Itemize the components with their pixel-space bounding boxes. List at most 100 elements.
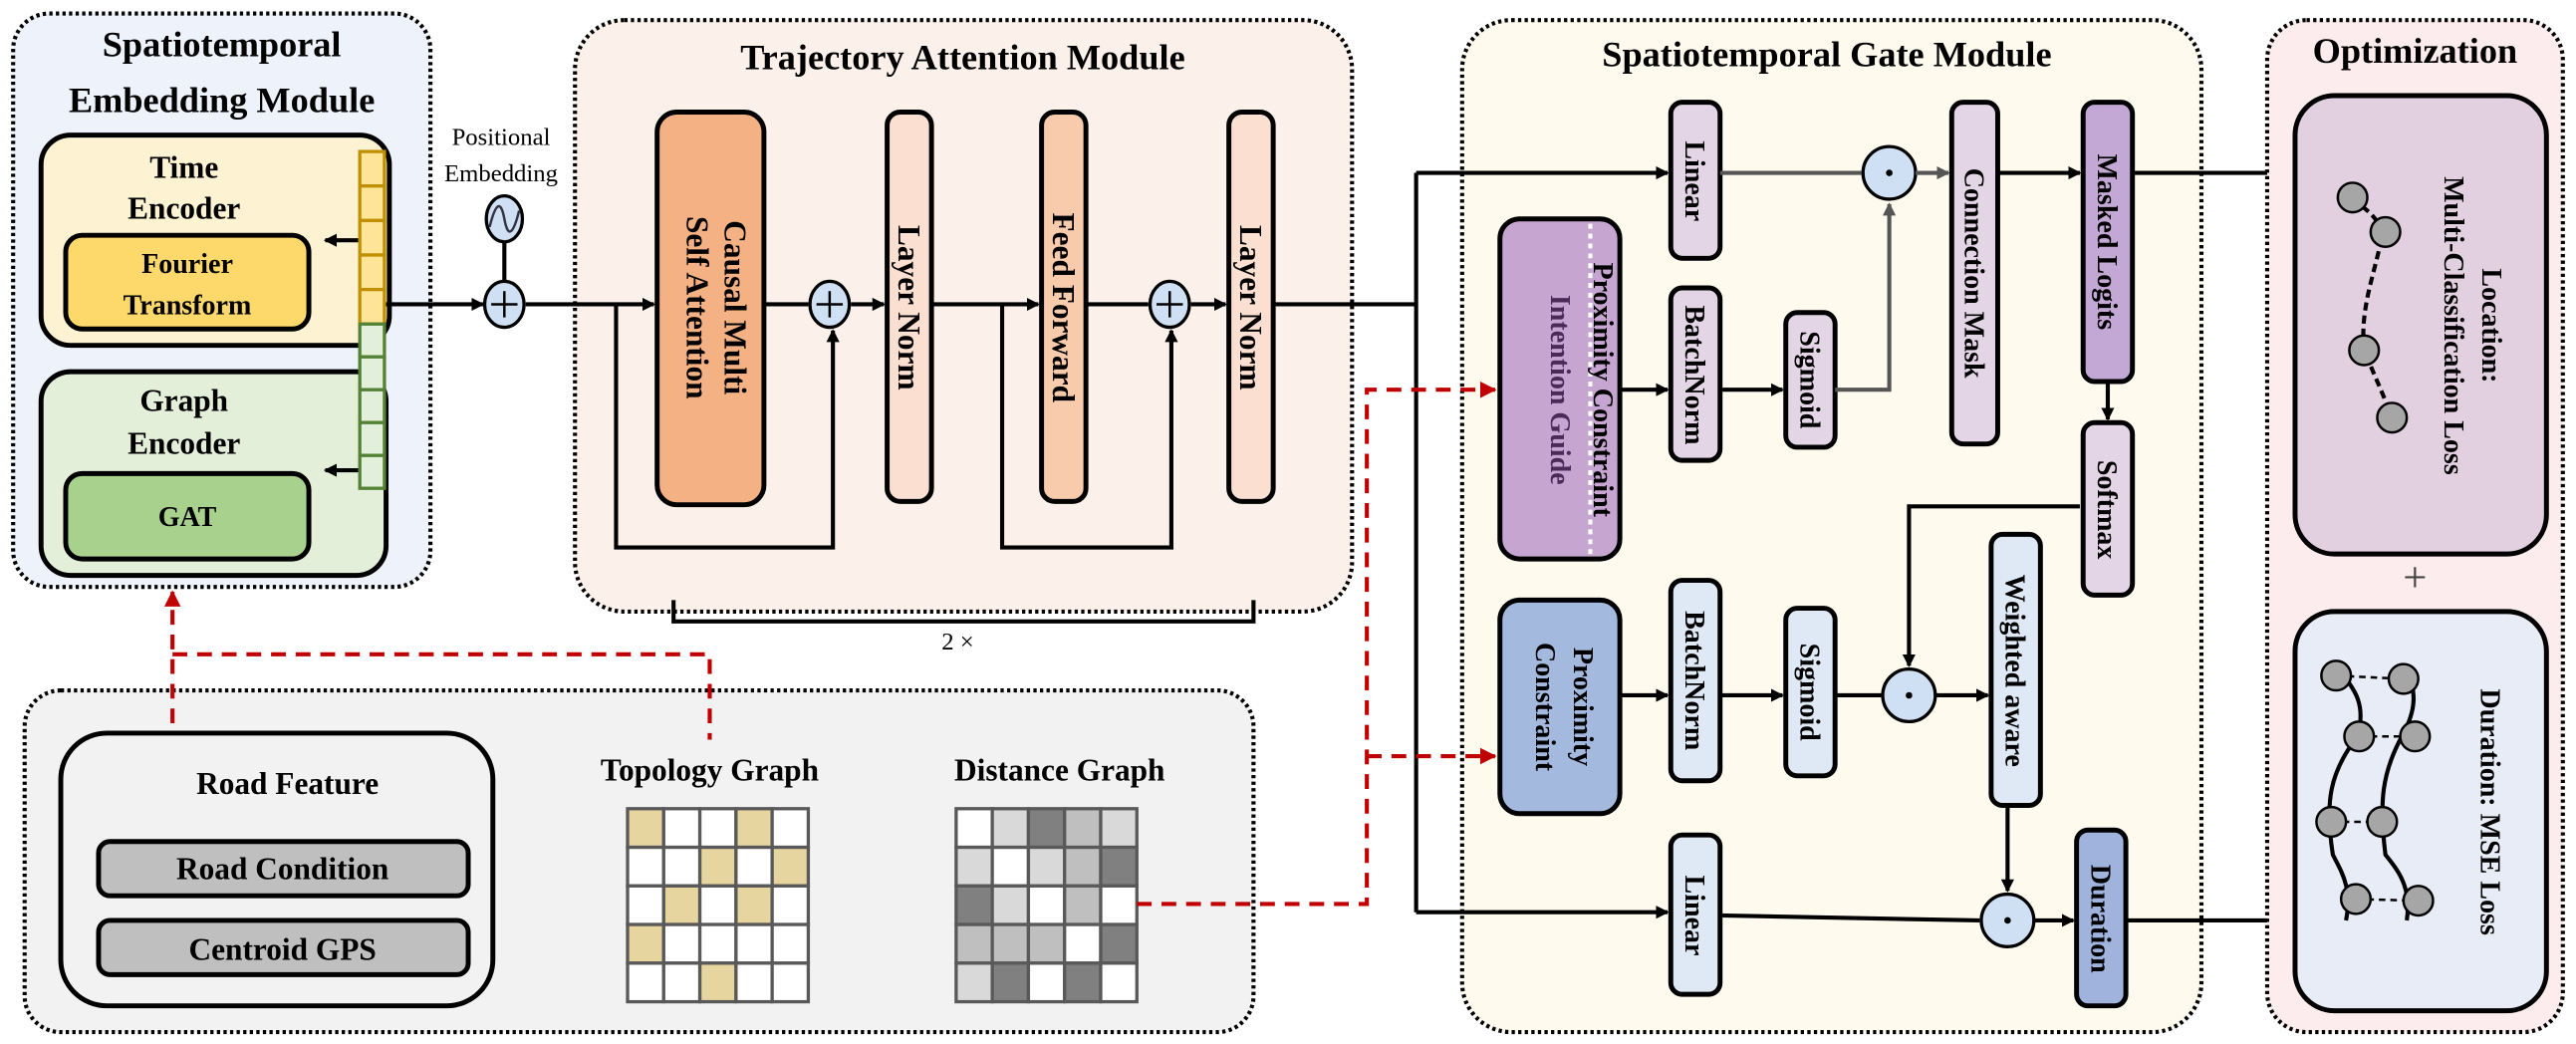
add-icon — [482, 279, 526, 330]
add-icon — [1148, 279, 1191, 330]
graph-encoder-label: Graph — [139, 384, 228, 418]
distance-cell — [954, 922, 994, 965]
distance-cell — [1099, 961, 1139, 1004]
node-icon — [2399, 720, 2432, 753]
location-loss-block — [2292, 93, 2549, 557]
proximity-label: Constraint — [1529, 643, 1560, 772]
time-embedding-cell — [358, 253, 386, 292]
distance-cell — [954, 845, 994, 888]
module-title: Optimization — [2313, 31, 2518, 71]
topology-cell — [661, 961, 702, 1004]
node-icon — [2387, 662, 2420, 695]
distance-cell — [990, 807, 1031, 850]
positional-embedding-label: Positional — [452, 125, 551, 151]
topology-cell — [697, 884, 738, 926]
topology-cell — [626, 807, 665, 850]
node-icon — [2315, 805, 2348, 839]
multiply-icon — [1881, 666, 1937, 724]
road-inputs-panel: Road Feature Road Condition Centroid GPS… — [22, 687, 1256, 1035]
graph-embedding-cell — [358, 420, 386, 457]
location-loss-label: Multi-Classification Loss — [2438, 176, 2468, 475]
topology-cell — [770, 807, 811, 850]
topology-cell — [626, 961, 665, 1004]
time-embedding-cell — [358, 184, 386, 223]
distance-cell — [954, 884, 994, 926]
topology-cell — [734, 884, 774, 926]
distance-cell — [1026, 961, 1067, 1004]
graph-embedding-cell — [358, 388, 386, 424]
distance-cell — [1099, 884, 1139, 926]
positional-embedding-label: Embedding — [444, 160, 558, 187]
topology-cell — [770, 922, 811, 965]
distance-cell — [990, 845, 1031, 888]
multiply-icon — [1861, 144, 1918, 201]
topology-cell — [661, 845, 702, 888]
spatiotemporal-embedding-module: Spatiotemporal Embedding Module Time Enc… — [11, 11, 433, 590]
topology-cell — [770, 845, 811, 888]
distance-cell — [1026, 884, 1067, 926]
node-icon — [2339, 883, 2373, 915]
multiply-icon — [1979, 892, 2036, 948]
causal-label: Self Attention — [679, 216, 714, 399]
distance-cell — [1063, 845, 1103, 888]
architecture-diagram: Spatiotemporal Embedding Module Time Enc… — [11, 11, 2565, 1035]
distance-cell — [1026, 845, 1067, 888]
topology-cell — [697, 922, 738, 965]
linear-label: Linear — [1678, 140, 1709, 221]
duration-loss-label: Duration: MSE Loss — [2473, 688, 2504, 935]
causal-label: Causal Multi — [717, 220, 752, 394]
topology-cell — [734, 807, 774, 850]
fourier-label: Transform — [124, 290, 252, 321]
gat-label: GAT — [158, 502, 217, 533]
time-embedding-cell — [358, 149, 386, 188]
batchnorm-label: BatchNorm — [1678, 611, 1709, 750]
distance-matrix — [954, 807, 1139, 1004]
sigmoid-label: Sigmoid — [1794, 331, 1825, 429]
distance-cell — [1063, 922, 1103, 965]
topology-cell — [661, 922, 702, 965]
fourier-label: Fourier — [141, 249, 233, 280]
centroid-gps-label: Centroid GPS — [189, 932, 377, 967]
layer-norm-label: Layer Norm — [1233, 225, 1268, 391]
batchnorm-label: BatchNorm — [1678, 305, 1709, 444]
node-icon — [2402, 885, 2435, 917]
node-icon — [2336, 181, 2369, 214]
softmax-label: Softmax — [2091, 460, 2122, 560]
node-icon — [2369, 215, 2402, 248]
graph-embedding-cell — [358, 355, 386, 392]
graph-encoder: Graph Encoder GAT — [38, 369, 389, 579]
topology-graph-label: Topology Graph — [601, 753, 819, 788]
distance-cell — [990, 922, 1031, 965]
time-encoder-label: Encoder — [128, 191, 240, 226]
road-condition-label: Road Condition — [176, 852, 388, 887]
linear-label: Linear — [1678, 876, 1709, 956]
module-title: Spatiotemporal Gate Module — [1602, 34, 2051, 74]
distance-cell — [1026, 807, 1067, 850]
node-icon — [2376, 401, 2409, 434]
topology-cell — [661, 807, 702, 850]
distance-cell — [990, 884, 1031, 926]
feed-forward-label: Feed Forward — [1046, 213, 1081, 403]
location-loss-label: Location: — [2475, 268, 2506, 383]
layer-norm-label: Layer Norm — [892, 225, 926, 391]
plus-label: + — [2403, 555, 2427, 602]
weighted-aware-label: Weighted aware — [1999, 575, 2030, 767]
spatiotemporal-gate-module: Spatiotemporal Gate Module Linear Proxim… — [1416, 18, 2204, 1035]
distance-cell — [1063, 807, 1103, 850]
node-icon — [2348, 334, 2381, 367]
distance-cell — [1099, 807, 1139, 850]
topology-cell — [734, 922, 774, 965]
module-title: Trajectory Attention Module — [740, 38, 1185, 78]
topology-cell — [770, 884, 811, 926]
duration-label: Duration — [2084, 865, 2115, 973]
repeat-label: 2 × — [941, 629, 973, 655]
time-embedding-cell — [358, 218, 386, 257]
distance-cell — [954, 807, 994, 850]
topology-cell — [661, 884, 702, 926]
topology-cell — [734, 845, 774, 888]
topology-cell — [626, 845, 665, 888]
topology-cell — [770, 961, 811, 1004]
topology-cell — [734, 961, 774, 1004]
distance-cell — [1026, 922, 1067, 965]
distance-graph-label: Distance Graph — [954, 753, 1164, 788]
